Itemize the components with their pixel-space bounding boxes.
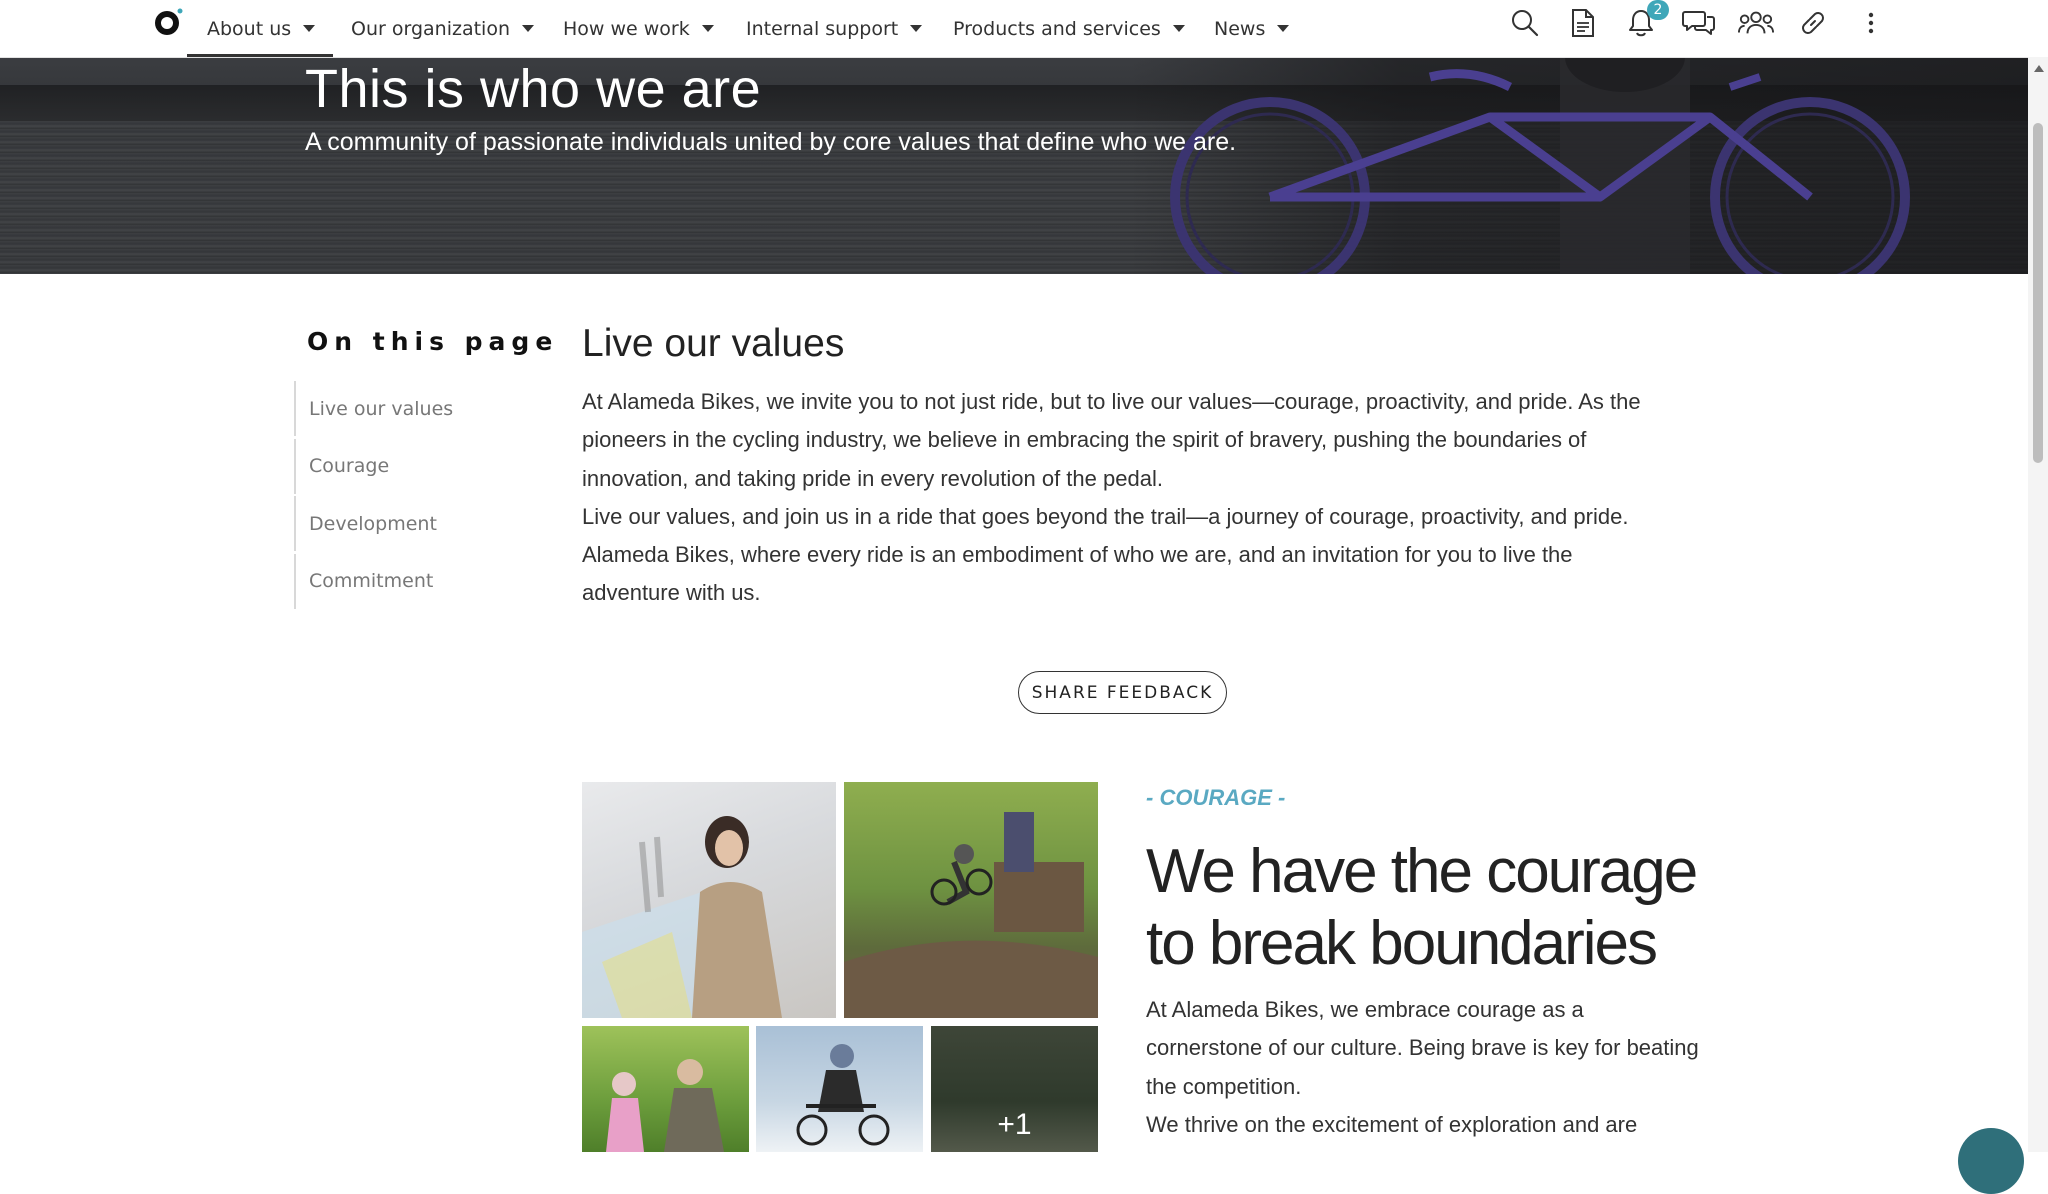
chevron-down-icon — [910, 25, 923, 32]
chevron-down-icon — [522, 25, 534, 32]
gallery-more-count: +1 — [997, 1108, 1032, 1141]
nav-item-label: Internal support — [746, 17, 899, 40]
nav-item-label: How we work — [563, 17, 690, 40]
nav-item-label: News — [1214, 17, 1266, 40]
gallery-image-bmx-rider[interactable] — [756, 1026, 923, 1152]
more-vertical-icon[interactable] — [1853, 5, 1889, 41]
nav-item-label: About us — [207, 17, 292, 40]
hero-title: This is who we are — [305, 59, 762, 119]
scrollbar-thumb[interactable] — [2033, 123, 2043, 463]
gallery-image-grandfather-child[interactable] — [582, 1026, 749, 1152]
nav-item-internal-support[interactable]: Internal support — [746, 0, 923, 57]
image-gallery: +1 — [582, 782, 1098, 1152]
chevron-down-icon — [1172, 25, 1185, 32]
nav-item-news[interactable]: News — [1214, 0, 1290, 57]
gallery-image-bike-jump[interactable] — [844, 782, 1098, 1018]
section-title: Live our values — [582, 322, 845, 365]
notification-count-badge: 2 — [1647, 0, 1669, 20]
nav-item-products-and-services[interactable]: Products and services — [953, 0, 1185, 57]
nav-item-label: Products and services — [953, 17, 1161, 40]
courage-text: At Alameda Bikes, we embrace courage as … — [1146, 991, 1706, 1144]
site-logo-icon[interactable] — [152, 8, 183, 38]
courage-label: - COURAGE - — [1146, 785, 1286, 810]
document-icon[interactable] — [1565, 5, 1601, 41]
chevron-down-icon — [1277, 25, 1290, 32]
top-navigation-bar: About us Our organization How we work In… — [0, 0, 2028, 58]
gallery-image-woman-street[interactable] — [582, 782, 836, 1018]
nav-item-label: Our organization — [351, 17, 510, 40]
link-icon[interactable] — [1795, 5, 1831, 41]
courage-paragraph: We thrive on the excitement of explorati… — [1146, 1111, 1638, 1137]
courage-paragraph: At Alameda Bikes, we embrace courage as … — [1146, 997, 1699, 1099]
nav-item-our-organization[interactable]: Our organization — [351, 0, 534, 57]
scroll-up-arrow-icon[interactable] — [2034, 65, 2044, 72]
floating-action-button[interactable] — [1958, 1128, 2024, 1194]
toc-item-commitment[interactable]: Commitment — [294, 553, 524, 609]
nav-item-about-us[interactable]: About us — [186, 0, 334, 57]
bicycle-image — [1170, 57, 1910, 274]
chevron-down-icon — [701, 25, 714, 32]
courage-heading: We have the courage to break boundaries — [1146, 837, 1698, 978]
page-scrollbar[interactable] — [2028, 57, 2048, 1152]
on-this-page-title: On this page — [307, 327, 559, 356]
chat-icon[interactable] — [1681, 5, 1717, 41]
intro-paragraph: Live our values, and join us in a ride t… — [582, 503, 1629, 606]
share-feedback-button[interactable]: SHARE FEEDBACK — [1018, 671, 1227, 714]
gallery-image-more[interactable]: +1 — [931, 1026, 1098, 1152]
toc-item-courage[interactable]: Courage — [294, 438, 524, 494]
people-icon[interactable] — [1738, 5, 1774, 41]
chevron-down-icon — [303, 25, 316, 32]
on-this-page-nav: Live our values Courage Development Comm… — [294, 381, 524, 611]
nav-item-how-we-work[interactable]: How we work — [563, 0, 714, 57]
toc-item-development[interactable]: Development — [294, 496, 524, 551]
search-icon[interactable] — [1507, 5, 1543, 41]
intro-paragraph: At Alameda Bikes, we invite you to not j… — [582, 389, 1641, 491]
intro-text: At Alameda Bikes, we invite you to not j… — [582, 383, 1672, 613]
hero-subtitle: A community of passionate individuals un… — [305, 128, 1237, 156]
toc-item-live-our-values[interactable]: Live our values — [294, 381, 524, 436]
